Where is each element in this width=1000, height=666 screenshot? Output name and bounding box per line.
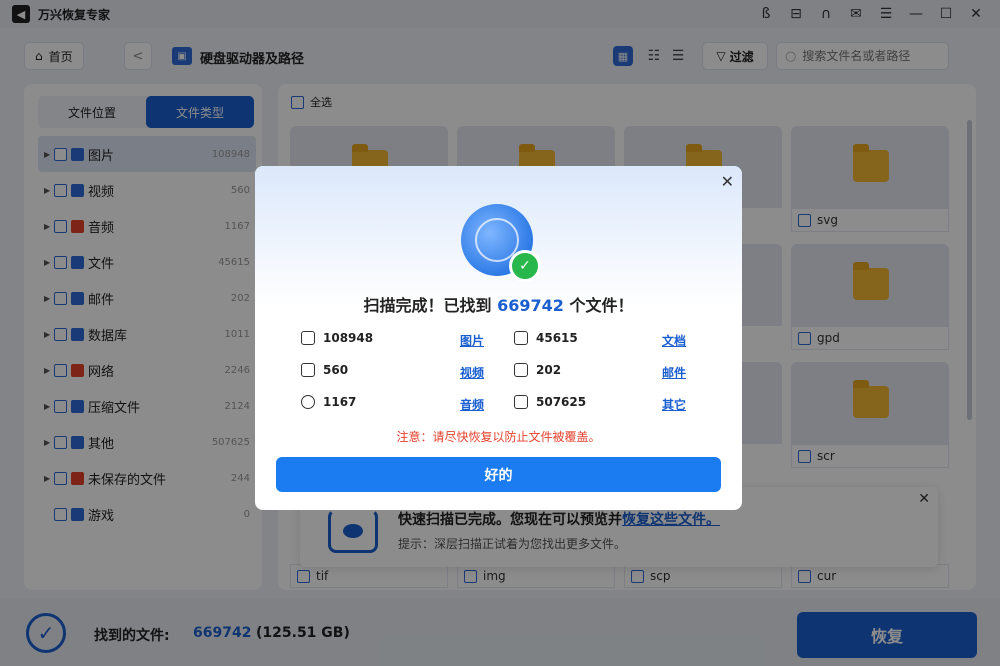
stat-audio: 1167 [301, 395, 356, 409]
overwrite-warning: 注意：请尽快恢复以防止文件被覆盖。 [396, 430, 601, 444]
stat-value: 108948 [323, 331, 374, 345]
video-icon [301, 363, 315, 377]
success-check-icon: ✓ [509, 250, 541, 282]
stat-value: 202 [536, 363, 562, 377]
stat-value: 1167 [323, 395, 357, 409]
stat-link-other[interactable]: 其它 [662, 396, 686, 413]
stat-link-email[interactable]: 邮件 [662, 364, 686, 381]
stat-link-documents[interactable]: 文档 [662, 332, 686, 349]
stat-link-images[interactable]: 图片 [460, 332, 484, 349]
document-icon [514, 331, 528, 345]
stat-value: 560 [323, 363, 349, 377]
stat-value: 507625 [536, 395, 587, 409]
image-icon [301, 331, 315, 345]
audio-icon [301, 395, 315, 409]
stat-link-video[interactable]: 视频 [460, 364, 484, 381]
dialog-title-count: 669742 [497, 296, 564, 315]
mail-icon [514, 363, 528, 377]
ok-button[interactable]: 好的 [276, 457, 721, 492]
other-icon [514, 395, 528, 409]
stat-value: 45615 [536, 331, 578, 345]
dialog-title-suffix: 个文件！ [569, 296, 634, 315]
dialog-title-prefix: 扫描完成！已找到 [363, 296, 492, 315]
stat-images: 108948 [301, 331, 373, 345]
dialog-title: 扫描完成！已找到 669742 个文件！ [255, 292, 742, 316]
scan-complete-dialog: ✕ ✓ 扫描完成！已找到 669742 个文件！ 108948 图片 45615… [255, 166, 742, 510]
stat-video: 560 [301, 363, 348, 377]
stat-link-audio[interactable]: 音频 [460, 396, 484, 413]
stat-documents: 45615 [514, 331, 578, 345]
dialog-close-icon[interactable]: ✕ [721, 172, 734, 191]
stat-other: 507625 [514, 395, 586, 409]
scan-radar-icon: ✓ [461, 204, 541, 282]
stat-email: 202 [514, 363, 561, 377]
